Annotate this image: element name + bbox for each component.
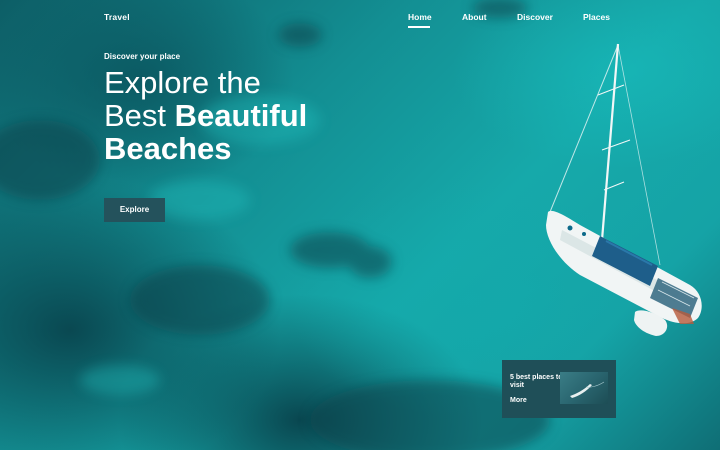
hero-kicker: Discover your place [104, 52, 181, 61]
nav-home[interactable]: Home [408, 12, 432, 22]
headline-line-3-bold: Beaches [104, 131, 232, 166]
headline-line-2-regular: Best [104, 98, 167, 133]
card-title: 5 best places to visit [510, 374, 563, 389]
thumbnail-boat-icon [570, 381, 605, 398]
hero-headline: Explore the Best Beautiful Beaches [104, 66, 404, 165]
nav-home-active-indicator [408, 26, 430, 28]
featured-places-card[interactable]: 5 best places to visit More [502, 360, 616, 418]
nav-discover[interactable]: Discover [517, 12, 553, 22]
main-nav: Home About Discover Places [0, 12, 720, 32]
headline-line-2-bold: Beautiful [174, 98, 308, 133]
card-thumbnail-image [560, 372, 608, 404]
nav-places[interactable]: Places [583, 12, 610, 22]
nav-about[interactable]: About [462, 12, 487, 22]
explore-button[interactable]: Explore [104, 198, 165, 222]
card-more-link[interactable]: More [510, 397, 527, 404]
headline-line-1: Explore the [104, 65, 261, 100]
sailboat-image [546, 43, 702, 336]
